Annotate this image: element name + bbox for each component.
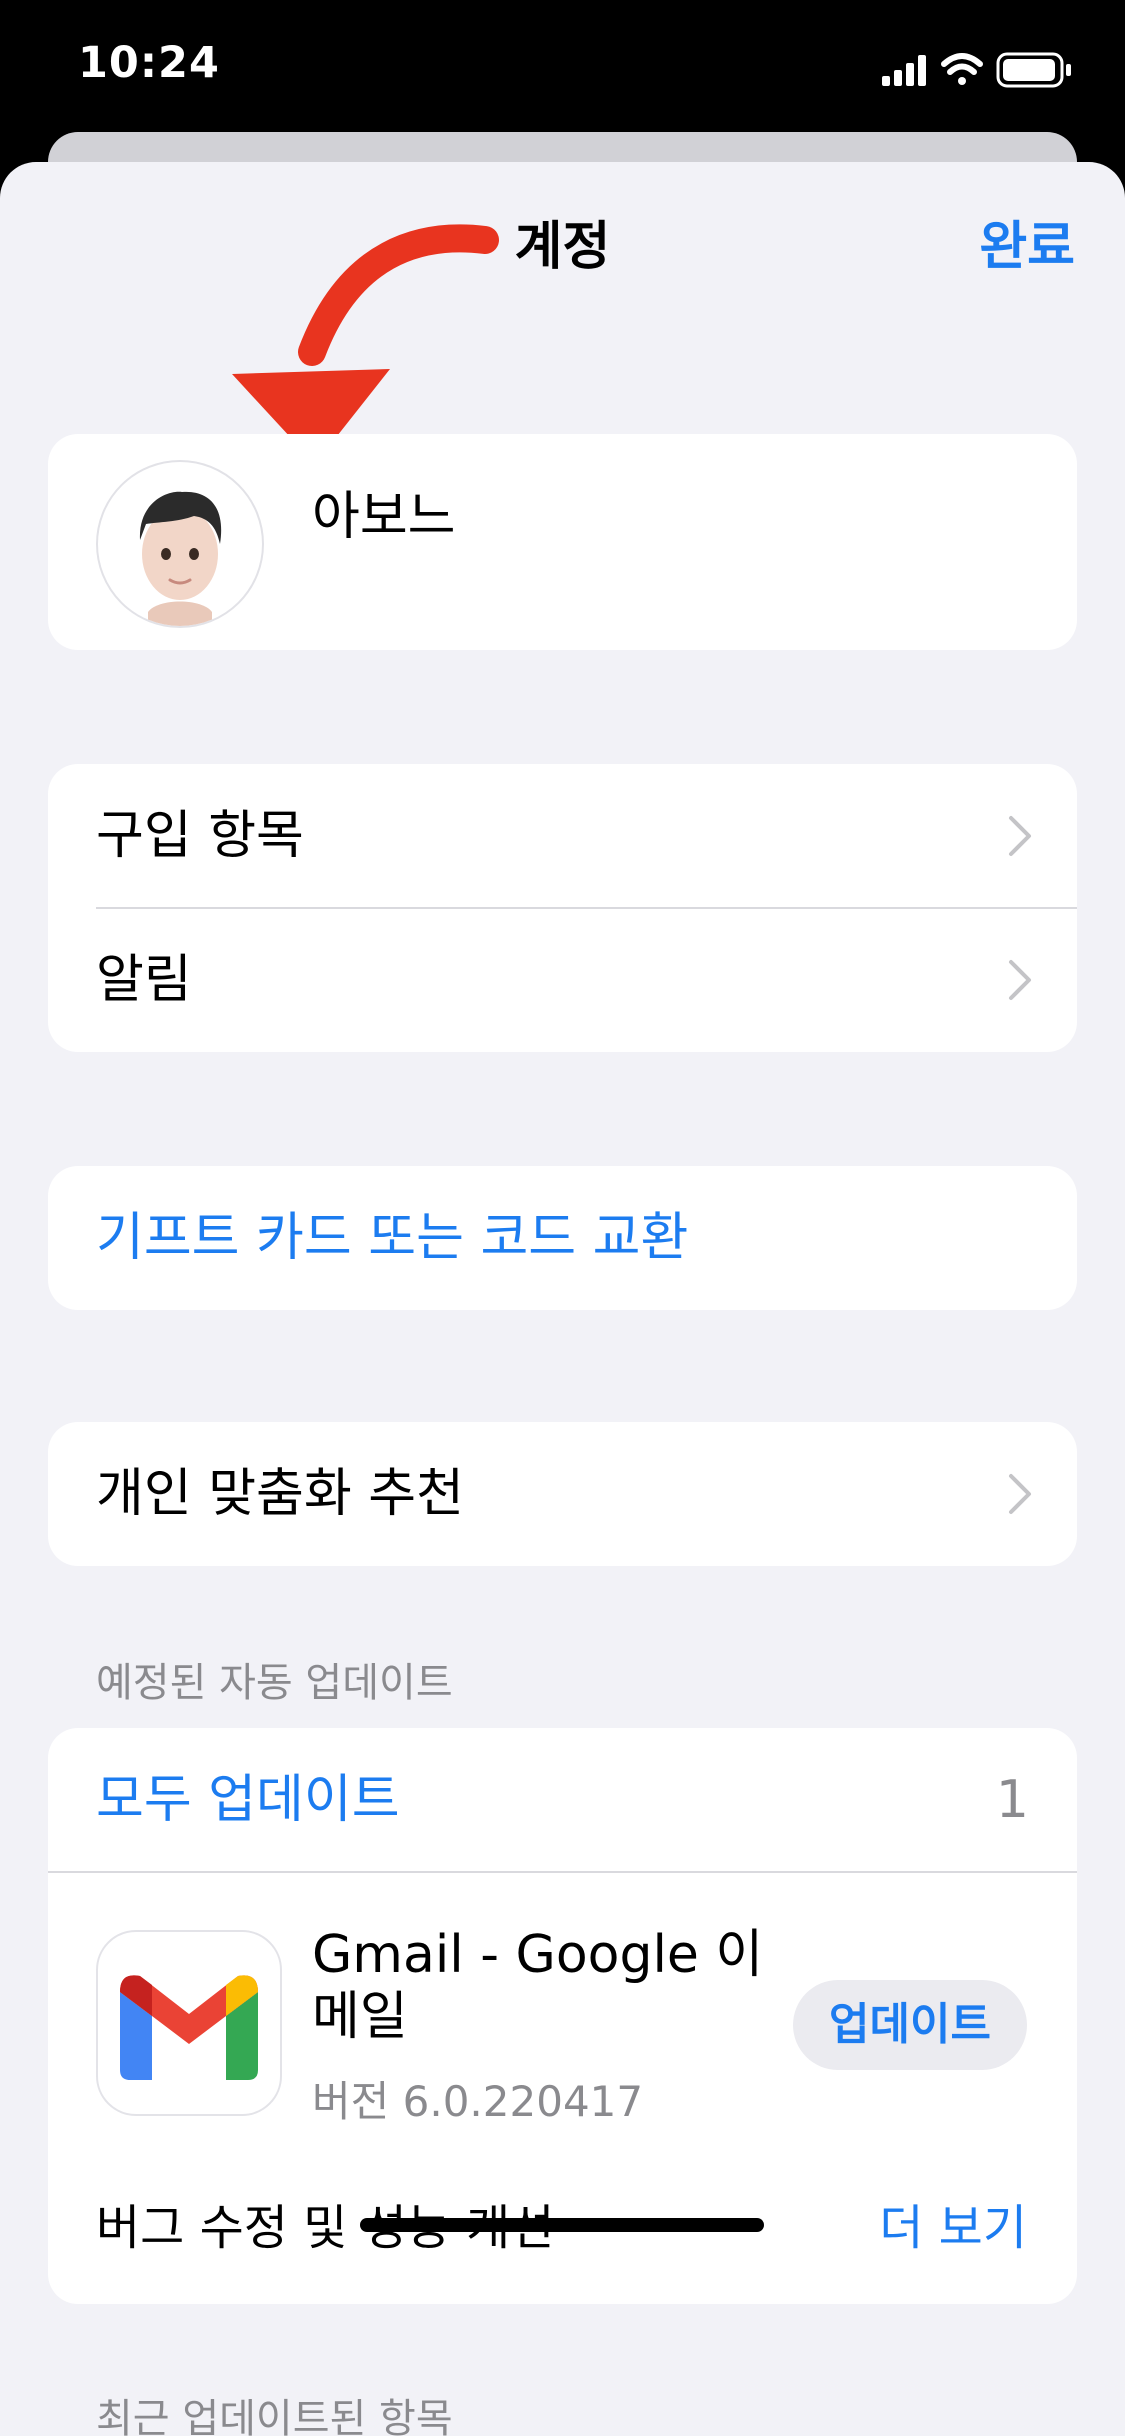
page-title: 계정 bbox=[514, 217, 611, 277]
wifi-icon bbox=[941, 53, 983, 85]
purchased-row[interactable]: 구입 항목 bbox=[48, 764, 1077, 908]
update-button[interactable]: 업데이트 bbox=[793, 1980, 1027, 2070]
red-arrow-annotation bbox=[232, 224, 499, 464]
divider bbox=[48, 1871, 1077, 1873]
status-time: 10:24 bbox=[78, 38, 220, 88]
redeem-gift-card-label: 기프트 카드 또는 코드 교환 bbox=[96, 1208, 689, 1268]
redeem-gift-card-row[interactable]: 기프트 카드 또는 코드 교환 bbox=[48, 1166, 1077, 1310]
personalized-recommendations-label: 개인 맞춤화 추천 bbox=[96, 1464, 464, 1524]
app-name: Gmail - Google 이메일 bbox=[312, 1925, 764, 2047]
chevron-right-icon bbox=[1009, 816, 1031, 856]
profile-card[interactable]: 아보느 bbox=[48, 434, 1077, 650]
recent-updates-header: 최근 업데이트된 항목 bbox=[96, 2396, 453, 2436]
purchased-label: 구입 항목 bbox=[96, 806, 304, 866]
app-version: 버전 6.0.220417 bbox=[312, 2077, 644, 2126]
update-all-row: 모두 업데이트 1 bbox=[48, 1728, 1077, 1872]
updates-section-header: 예정된 자동 업데이트 bbox=[96, 1660, 453, 1706]
status-bar: 10:24 bbox=[0, 0, 1125, 135]
personalization-group: 개인 맞춤화 추천 bbox=[48, 1422, 1077, 1566]
gift-card-group: 기프트 카드 또는 코드 교환 bbox=[48, 1166, 1077, 1310]
update-all-button[interactable]: 모두 업데이트 bbox=[96, 1728, 400, 1872]
more-link[interactable]: 더 보기 bbox=[879, 2188, 1027, 2258]
cellular-signal-icon bbox=[882, 55, 926, 86]
gmail-icon[interactable] bbox=[96, 1930, 282, 2116]
done-button[interactable]: 완료 bbox=[979, 204, 1075, 279]
notifications-row[interactable]: 알림 bbox=[48, 908, 1077, 1052]
notifications-label: 알림 bbox=[96, 950, 192, 1010]
chevron-right-icon bbox=[1009, 1474, 1031, 1514]
chevron-right-icon bbox=[1009, 960, 1031, 1000]
memoji-avatar bbox=[96, 460, 264, 628]
battery-icon bbox=[996, 52, 1071, 88]
status-icons bbox=[882, 52, 1071, 88]
home-indicator[interactable] bbox=[360, 2218, 764, 2232]
update-count: 1 bbox=[995, 1770, 1029, 1830]
profile-name: 아보느 bbox=[312, 487, 456, 547]
account-sheet: 계정 완료 아보느 구입 항목 알림 기프트 카드 또는 코드 교환 개인 맞춤… bbox=[0, 162, 1125, 2436]
settings-group-1: 구입 항목 알림 bbox=[48, 764, 1077, 1052]
personalized-recommendations-row[interactable]: 개인 맞춤화 추천 bbox=[48, 1422, 1077, 1566]
